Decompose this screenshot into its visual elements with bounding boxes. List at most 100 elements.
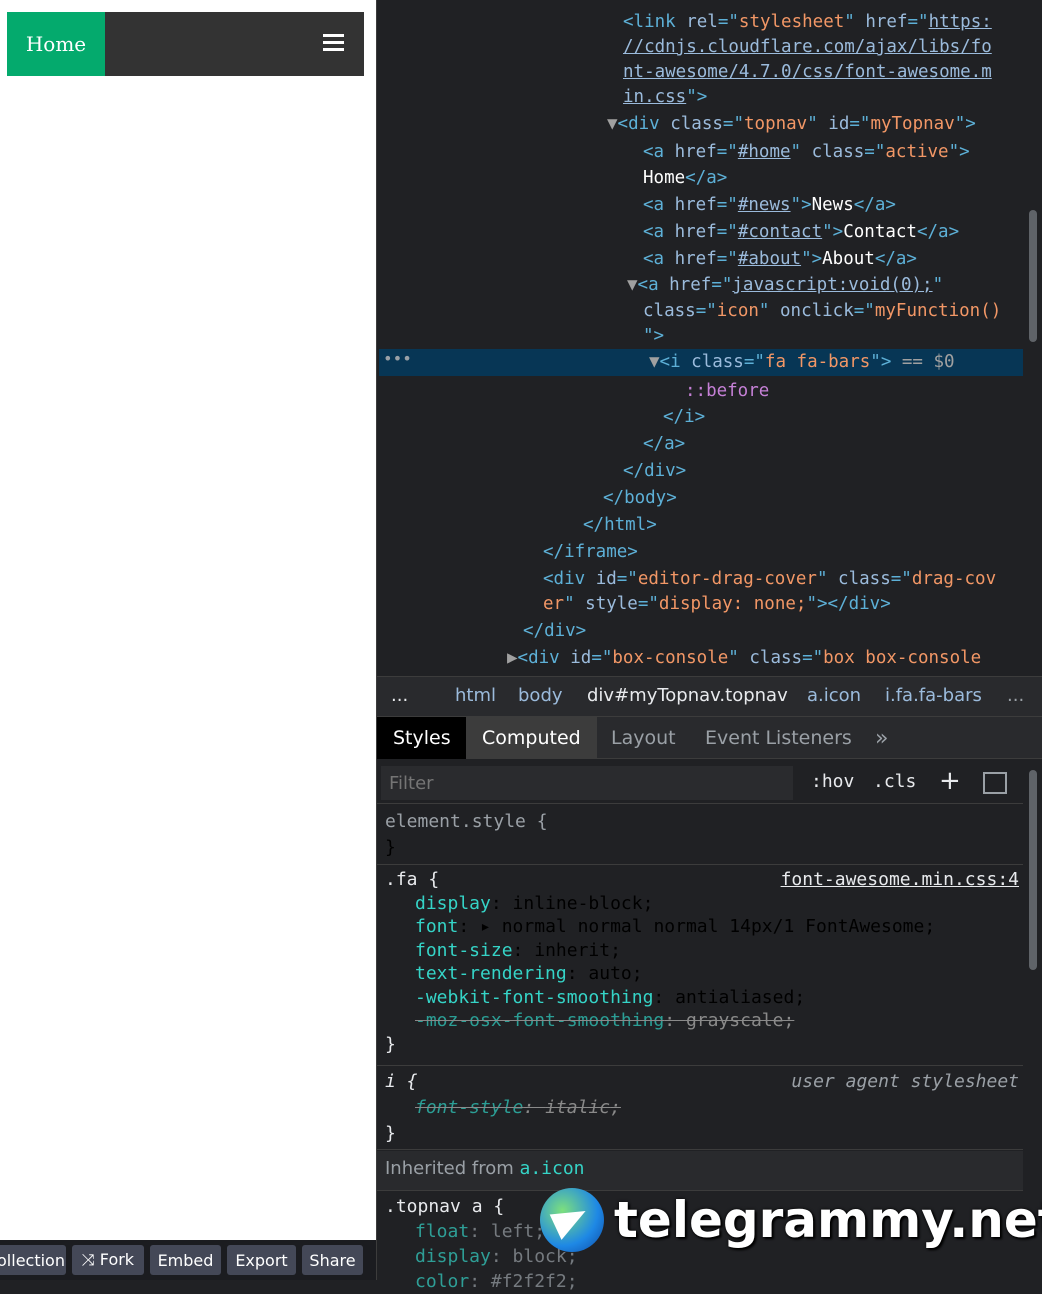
property-value[interactable]: inline-block	[513, 893, 643, 914]
expand-arrow-icon[interactable]: ▼	[649, 352, 660, 372]
expand-arrow-icon[interactable]: ▶	[507, 648, 518, 668]
styles-scrollbar[interactable]	[1029, 770, 1037, 970]
css-property[interactable]: -moz-osx-font-smoothing: grayscale;	[415, 1009, 1015, 1033]
dom-node-line[interactable]: </html>	[583, 512, 657, 538]
tab-layout[interactable]: Layout	[595, 717, 692, 759]
dom-node-line[interactable]: //cdnjs.cloudflare.com/ajax/libs/fo	[623, 34, 992, 60]
property-name[interactable]: font-size	[415, 940, 513, 961]
dom-node-line[interactable]: ▶<div id="box-console" class="box box-co…	[507, 645, 981, 671]
tab-computed[interactable]: Computed	[466, 717, 597, 759]
bars-icon[interactable]	[323, 34, 344, 52]
rule-source-link[interactable]: font-awesome.min.css:4	[781, 868, 1019, 892]
dom-node-line[interactable]: <a href="#about">About</a>	[643, 246, 917, 272]
dom-token: class	[643, 301, 696, 321]
property-value[interactable]: inherit	[534, 940, 610, 961]
css-property[interactable]: font-size: inherit;	[415, 939, 1015, 963]
css-property[interactable]: font: ▸ normal normal normal 14px/1 Font…	[415, 915, 1015, 939]
dom-token[interactable]: #about	[738, 249, 801, 269]
elements-scrollbar[interactable]	[1029, 210, 1037, 342]
property-value[interactable]: italic	[545, 1097, 610, 1118]
dom-node-line[interactable]: ▼<div class="topnav" id="myTopnav">	[607, 111, 976, 137]
cls-button[interactable]: .cls	[873, 771, 916, 792]
tab-event-listeners[interactable]: Event Listeners	[689, 717, 868, 759]
rule-selector[interactable]: element.style {	[385, 809, 1015, 835]
property-name[interactable]: -webkit-font-smoothing	[415, 987, 653, 1008]
dom-token[interactable]: https:	[929, 12, 992, 32]
css-property[interactable]: font-style: italic;	[415, 1095, 1015, 1121]
expand-arrow-icon[interactable]: ▼	[627, 275, 638, 295]
css-property[interactable]: -webkit-font-smoothing: antialiased;	[415, 986, 1015, 1010]
dom-node-line[interactable]: <a href="#contact">Contact</a>	[643, 219, 959, 245]
dom-node-line[interactable]: nt-awesome/4.7.0/css/font-awesome.m	[623, 59, 992, 85]
dom-node-line[interactable]: </div>	[523, 618, 586, 644]
nav-home-link[interactable]: Home	[7, 12, 105, 76]
property-name[interactable]: float	[415, 1221, 469, 1242]
property-value[interactable]: antialiased	[675, 987, 794, 1008]
breadcrumb-more[interactable]: ...	[391, 685, 408, 706]
dom-token[interactable]: #home	[738, 142, 791, 162]
property-name[interactable]: font	[415, 916, 458, 937]
export-button[interactable]: Export	[227, 1245, 296, 1275]
dom-token[interactable]: javascript:void(0);	[732, 275, 932, 295]
dom-token[interactable]: $0	[934, 352, 955, 372]
breadcrumb-topnav[interactable]: div#myTopnav.topnav	[587, 685, 788, 706]
dom-node-line[interactable]: <a href="#home" class="active">	[643, 139, 970, 165]
property-name[interactable]: color	[415, 1271, 469, 1292]
property-value[interactable]: left	[491, 1221, 534, 1242]
tab-styles[interactable]: Styles	[377, 717, 467, 759]
property-name[interactable]: font-style	[415, 1097, 523, 1118]
dom-node-line[interactable]: ::before	[685, 378, 769, 404]
dom-node-line[interactable]: ▼<i class="fa fa-bars"> == $0	[649, 349, 955, 375]
share-button[interactable]: Share	[302, 1245, 363, 1275]
dom-node-line[interactable]: </div>	[623, 458, 686, 484]
dom-node-line[interactable]: Home</a>	[643, 165, 727, 191]
toggle-sidebar-icon[interactable]	[983, 772, 1007, 794]
property-name[interactable]: display	[415, 1246, 491, 1267]
collection-button[interactable]: ollection	[0, 1245, 66, 1275]
dom-token[interactable]: #news	[738, 195, 791, 215]
dom-token[interactable]: #contact	[738, 222, 822, 242]
property-name[interactable]: text-rendering	[415, 963, 567, 984]
dom-node-line[interactable]: </iframe>	[543, 539, 638, 565]
css-property[interactable]: color: #f2f2f2;	[415, 1269, 1015, 1294]
property-value[interactable]: auto	[588, 963, 631, 984]
fork-button[interactable]: ⤨ Fork	[72, 1245, 144, 1275]
property-name[interactable]: display	[415, 893, 491, 914]
dom-node-line[interactable]: </i>	[663, 404, 705, 430]
new-rule-icon[interactable]: +	[939, 766, 961, 796]
breadcrumb-a-icon[interactable]: a.icon	[807, 685, 861, 706]
dom-node-line[interactable]: ▼<a href="javascript:void(0);"	[627, 272, 943, 298]
property-value[interactable]: grayscale	[686, 1010, 784, 1031]
property-value[interactable]: ▸ normal normal normal 14px/1 FontAwesom…	[480, 916, 924, 937]
dom-token: </a>	[874, 249, 917, 269]
dom-node-line[interactable]: <link rel="stylesheet" href="https:	[623, 9, 992, 35]
dom-node-line[interactable]: <a href="#news">News</a>	[643, 192, 896, 218]
breadcrumb-overflow[interactable]: ...	[1007, 685, 1024, 706]
dom-token: href	[669, 275, 712, 295]
dom-node-line[interactable]: er" style="display: none;"></div>	[543, 591, 891, 617]
breadcrumb-i-fa[interactable]: i.fa.fa-bars	[885, 685, 982, 706]
dom-node-line[interactable]: <div id="editor-drag-cover" class="drag-…	[543, 566, 996, 592]
css-property[interactable]: display: inline-block;	[415, 892, 1015, 916]
dom-node-line[interactable]: ">	[643, 323, 664, 349]
dom-node-line[interactable]: class="icon" onclick="myFunction()	[643, 298, 1001, 324]
css-property[interactable]: text-rendering: auto;	[415, 962, 1015, 986]
embed-button[interactable]: Embed	[150, 1245, 221, 1275]
dom-token[interactable]: //cdnjs.cloudflare.com/ajax/libs/fo	[623, 37, 992, 57]
property-value[interactable]: #f2f2f2	[491, 1271, 567, 1292]
breadcrumb-html[interactable]: html	[455, 685, 496, 706]
dom-token: class	[811, 142, 865, 162]
inherited-from-link[interactable]: a.icon	[520, 1158, 585, 1179]
dom-token[interactable]: in.css	[623, 87, 686, 107]
expand-arrow-icon[interactable]: ▼	[607, 114, 618, 134]
dom-node-line[interactable]: in.css">	[623, 84, 707, 110]
filter-input[interactable]	[381, 766, 793, 800]
dom-node-line[interactable]: </a>	[643, 431, 685, 457]
dom-node-line[interactable]: </body>	[603, 485, 677, 511]
property-name[interactable]: -moz-osx-font-smoothing	[415, 1010, 664, 1031]
dom-token[interactable]: nt-awesome/4.7.0/css/font-awesome.m	[623, 62, 992, 82]
dom-token[interactable]: ==	[891, 352, 933, 372]
breadcrumb-body[interactable]: body	[518, 685, 563, 706]
more-tabs-icon[interactable]: »	[859, 717, 904, 759]
hov-button[interactable]: :hov	[811, 771, 854, 792]
